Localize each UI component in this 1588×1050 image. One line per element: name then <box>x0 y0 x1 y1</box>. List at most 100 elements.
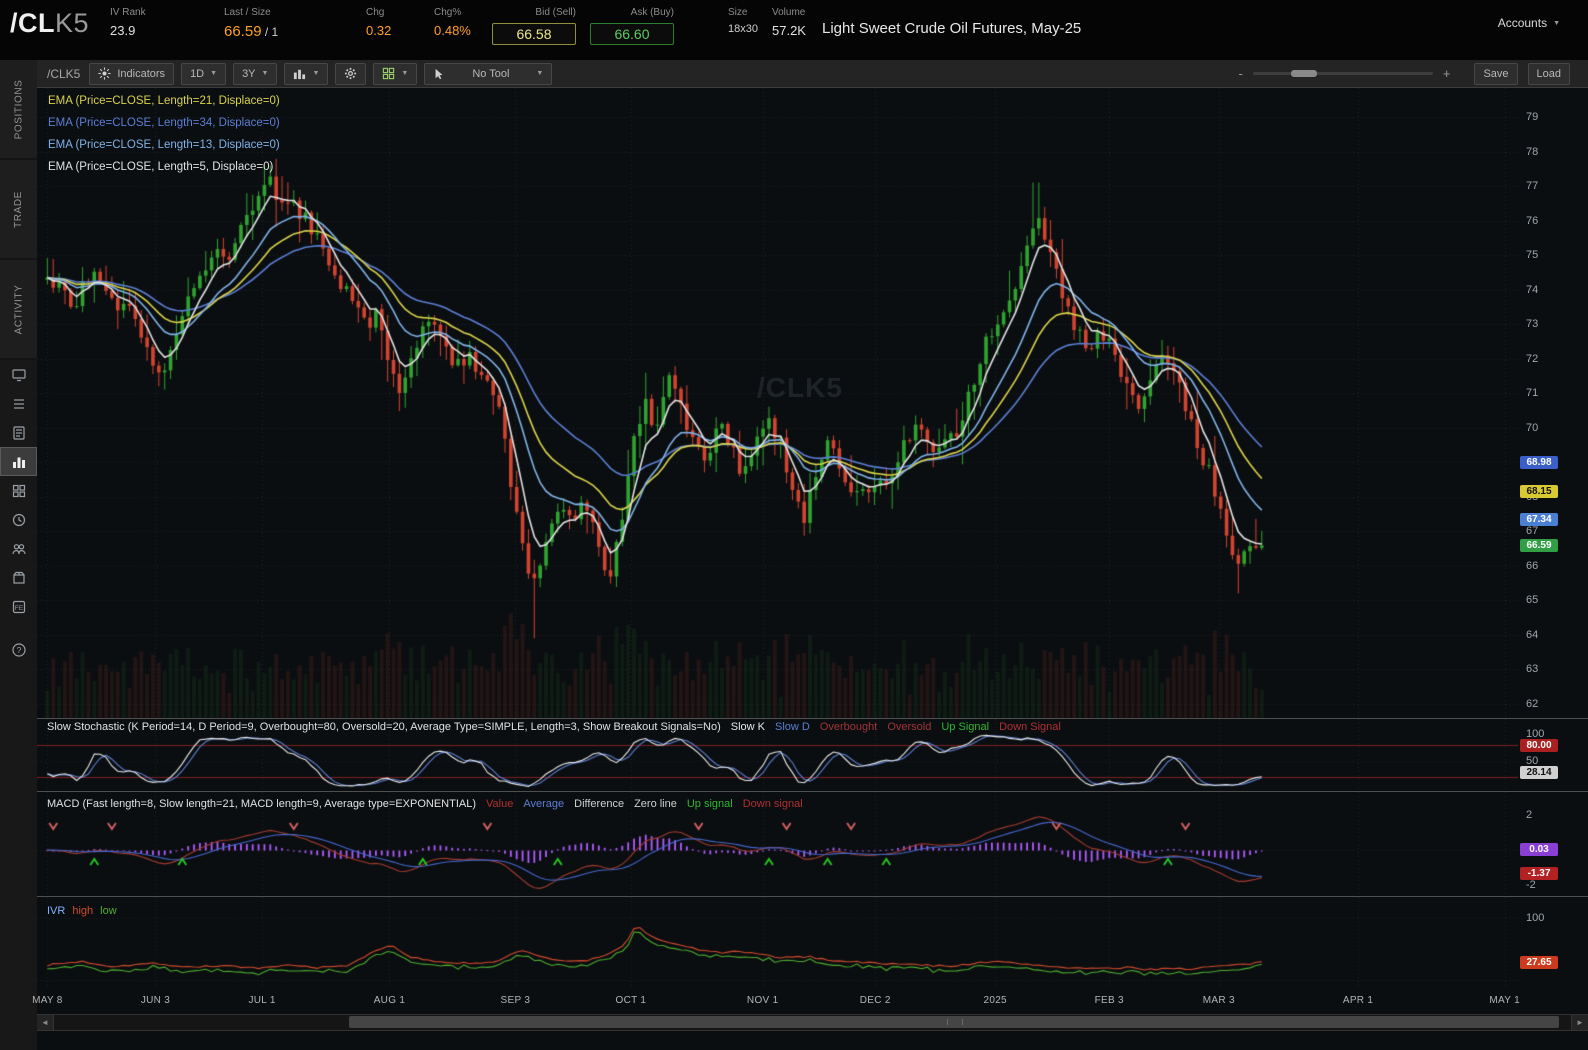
legend-item: Slow K <box>730 721 765 733</box>
left-sidebar: POSITIONS TRADE ACTIVITY FE? <box>0 60 38 1050</box>
layout-grid-dropdown[interactable]: ▼ <box>373 62 418 85</box>
sidebar-charts-button[interactable] <box>0 447 37 476</box>
iv-rank-label: IV Rank <box>110 7 146 18</box>
bid-label: Bid (Sell) <box>535 7 576 18</box>
sidebar-tab-trade[interactable]: TRADE <box>0 160 37 260</box>
ivr-label-row: IVR high low <box>47 905 117 917</box>
legend-item: Up signal <box>686 798 733 810</box>
scroll-left-arrow[interactable]: ◄ <box>37 1015 54 1030</box>
sidebar-history-button[interactable] <box>0 505 37 534</box>
quote-header: /CLK5 IV Rank 23.9 Last / Size 66.59 / 1… <box>0 0 1588 61</box>
last-value: 66.59 <box>224 23 262 40</box>
gear-icon <box>345 67 357 80</box>
contract-description: Light Sweet Crude Oil Futures, May-25 <box>822 20 1082 37</box>
volume-field: Volume 57.2K <box>772 7 806 38</box>
grid-layout-icon <box>383 67 395 80</box>
bid-field: Bid (Sell) 66.58 <box>492 7 576 45</box>
ema-study-labels: EMA (Price=CLOSE, Length=21, Displace=0)… <box>48 90 280 178</box>
education-icon: FE <box>11 599 27 615</box>
trade-ticket-icon <box>11 425 27 441</box>
indicators-button[interactable]: Indicators <box>89 62 175 85</box>
zoom-in-button[interactable]: + <box>1443 66 1451 81</box>
legend-item: Slow D <box>775 721 810 733</box>
legend-item: Average <box>523 798 565 810</box>
bid-button[interactable]: 66.58 <box>492 23 576 45</box>
symbol-watermark: /CLK5 <box>757 372 843 403</box>
cursor-icon <box>435 68 443 79</box>
ivr-panel-canvas[interactable] <box>37 897 1518 989</box>
size-label: Size <box>728 7 748 18</box>
timeframe-dropdown[interactable]: 1D ▼ <box>181 62 227 85</box>
legend-item: high <box>72 905 94 917</box>
svg-text:?: ? <box>16 645 21 655</box>
legend-item: Overbought <box>819 721 878 733</box>
sidebar-grid-button[interactable] <box>0 476 37 505</box>
ask-field: Ask (Buy) 66.60 <box>590 7 674 45</box>
macd-label-row: MACD (Fast length=8, Slow length=21, MAC… <box>47 798 803 810</box>
volume-label: Volume <box>772 7 806 18</box>
legend-item: Value <box>486 798 514 810</box>
iv-rank-value: 23.9 <box>110 23 136 38</box>
chart-style-dropdown[interactable]: ▼ <box>284 62 329 85</box>
symbol-title: /CLK5 <box>10 8 90 38</box>
sidebar-trade-ticket-button[interactable] <box>0 418 37 447</box>
horizontal-scrollbar[interactable]: ◄ ► <box>37 1014 1588 1031</box>
sidebar-monitor-button[interactable] <box>0 360 37 389</box>
chevron-down-icon: ▼ <box>261 70 269 77</box>
stochastic-study-label[interactable]: Slow Stochastic (K Period=14, D Period=9… <box>47 721 721 733</box>
save-button[interactable]: Save <box>1474 62 1518 85</box>
chart-type-icon <box>294 69 306 80</box>
ask-button[interactable]: 66.60 <box>590 23 674 45</box>
zoom-slider-thumb[interactable] <box>1290 70 1317 77</box>
legend-item: Zero line <box>634 798 677 810</box>
sidebar-community-button[interactable] <box>0 534 37 563</box>
legend-item: Up Signal <box>941 721 990 733</box>
ema-study-label[interactable]: EMA (Price=CLOSE, Length=13, Displace=0) <box>48 134 280 156</box>
accounts-dropdown[interactable]: Accounts ▼ <box>1498 16 1560 30</box>
panel-divider <box>37 896 1588 897</box>
zoom-slider[interactable] <box>1252 70 1433 77</box>
sidebar-education-button[interactable]: FE <box>0 592 37 621</box>
sidebar-products-button[interactable] <box>0 563 37 592</box>
last-size-label: Last / Size <box>224 7 271 18</box>
chevron-down-icon: ▼ <box>210 70 218 77</box>
drawing-tool-dropdown[interactable]: No Tool ▼ <box>424 62 553 85</box>
last-size-field: Last / Size 66.59 / 1 <box>224 7 278 40</box>
scrollbar-thumb[interactable] <box>349 1016 1559 1028</box>
sidebar-watchlist-button[interactable] <box>0 389 37 418</box>
trading-platform-window: /CLK5 IV Rank 23.9 Last / Size 66.59 / 1… <box>0 0 1588 1050</box>
watchlist-icon <box>11 396 27 412</box>
legend-item: IVR <box>47 905 66 917</box>
macd-study-label[interactable]: MACD (Fast length=8, Slow length=21, MAC… <box>47 798 476 810</box>
help-icon: ? <box>11 642 27 658</box>
monitor-icon <box>11 367 27 383</box>
panel-divider <box>37 718 1588 719</box>
grid-icon <box>11 483 27 499</box>
sidebar-tab-activity[interactable]: ACTIVITY <box>0 260 37 360</box>
legend-item: low <box>100 905 117 917</box>
scroll-right-arrow[interactable]: ► <box>1571 1015 1588 1030</box>
zoom-out-button[interactable]: - <box>1239 66 1243 81</box>
chevron-down-icon: ▼ <box>401 70 409 77</box>
sidebar-tab-positions[interactable]: POSITIONS <box>0 60 37 160</box>
chg-pct-value: 0.48% <box>434 23 471 38</box>
chevron-down-icon: ▼ <box>1553 19 1560 27</box>
chart-settings-button[interactable] <box>335 62 367 85</box>
ema-study-label[interactable]: EMA (Price=CLOSE, Length=34, Displace=0) <box>48 112 280 134</box>
chevron-down-icon: ▼ <box>312 70 320 77</box>
legend-item: Down signal <box>742 798 803 810</box>
chg-pct-label: Chg% <box>434 7 462 18</box>
charts-icon <box>11 454 27 470</box>
ema-study-label[interactable]: EMA (Price=CLOSE, Length=21, Displace=0) <box>48 90 280 112</box>
range-dropdown[interactable]: 3Y ▼ <box>233 62 278 85</box>
indicators-icon <box>98 67 111 80</box>
ema-study-label[interactable]: EMA (Price=CLOSE, Length=5, Displace=0) <box>48 156 280 178</box>
chart-toolbar: /CLK5 Indicators 1D▼ 3Y▼ ▼ ▼ No Tool ▼ <box>37 60 1588 88</box>
sidebar-help-button[interactable]: ? <box>0 635 37 664</box>
ask-label: Ask (Buy) <box>630 7 674 18</box>
volume-value: 57.2K <box>772 23 806 38</box>
community-icon <box>11 541 27 557</box>
panel-divider <box>37 791 1588 792</box>
iv-rank-field: IV Rank 23.9 <box>110 7 146 38</box>
load-button[interactable]: Load <box>1527 62 1570 85</box>
